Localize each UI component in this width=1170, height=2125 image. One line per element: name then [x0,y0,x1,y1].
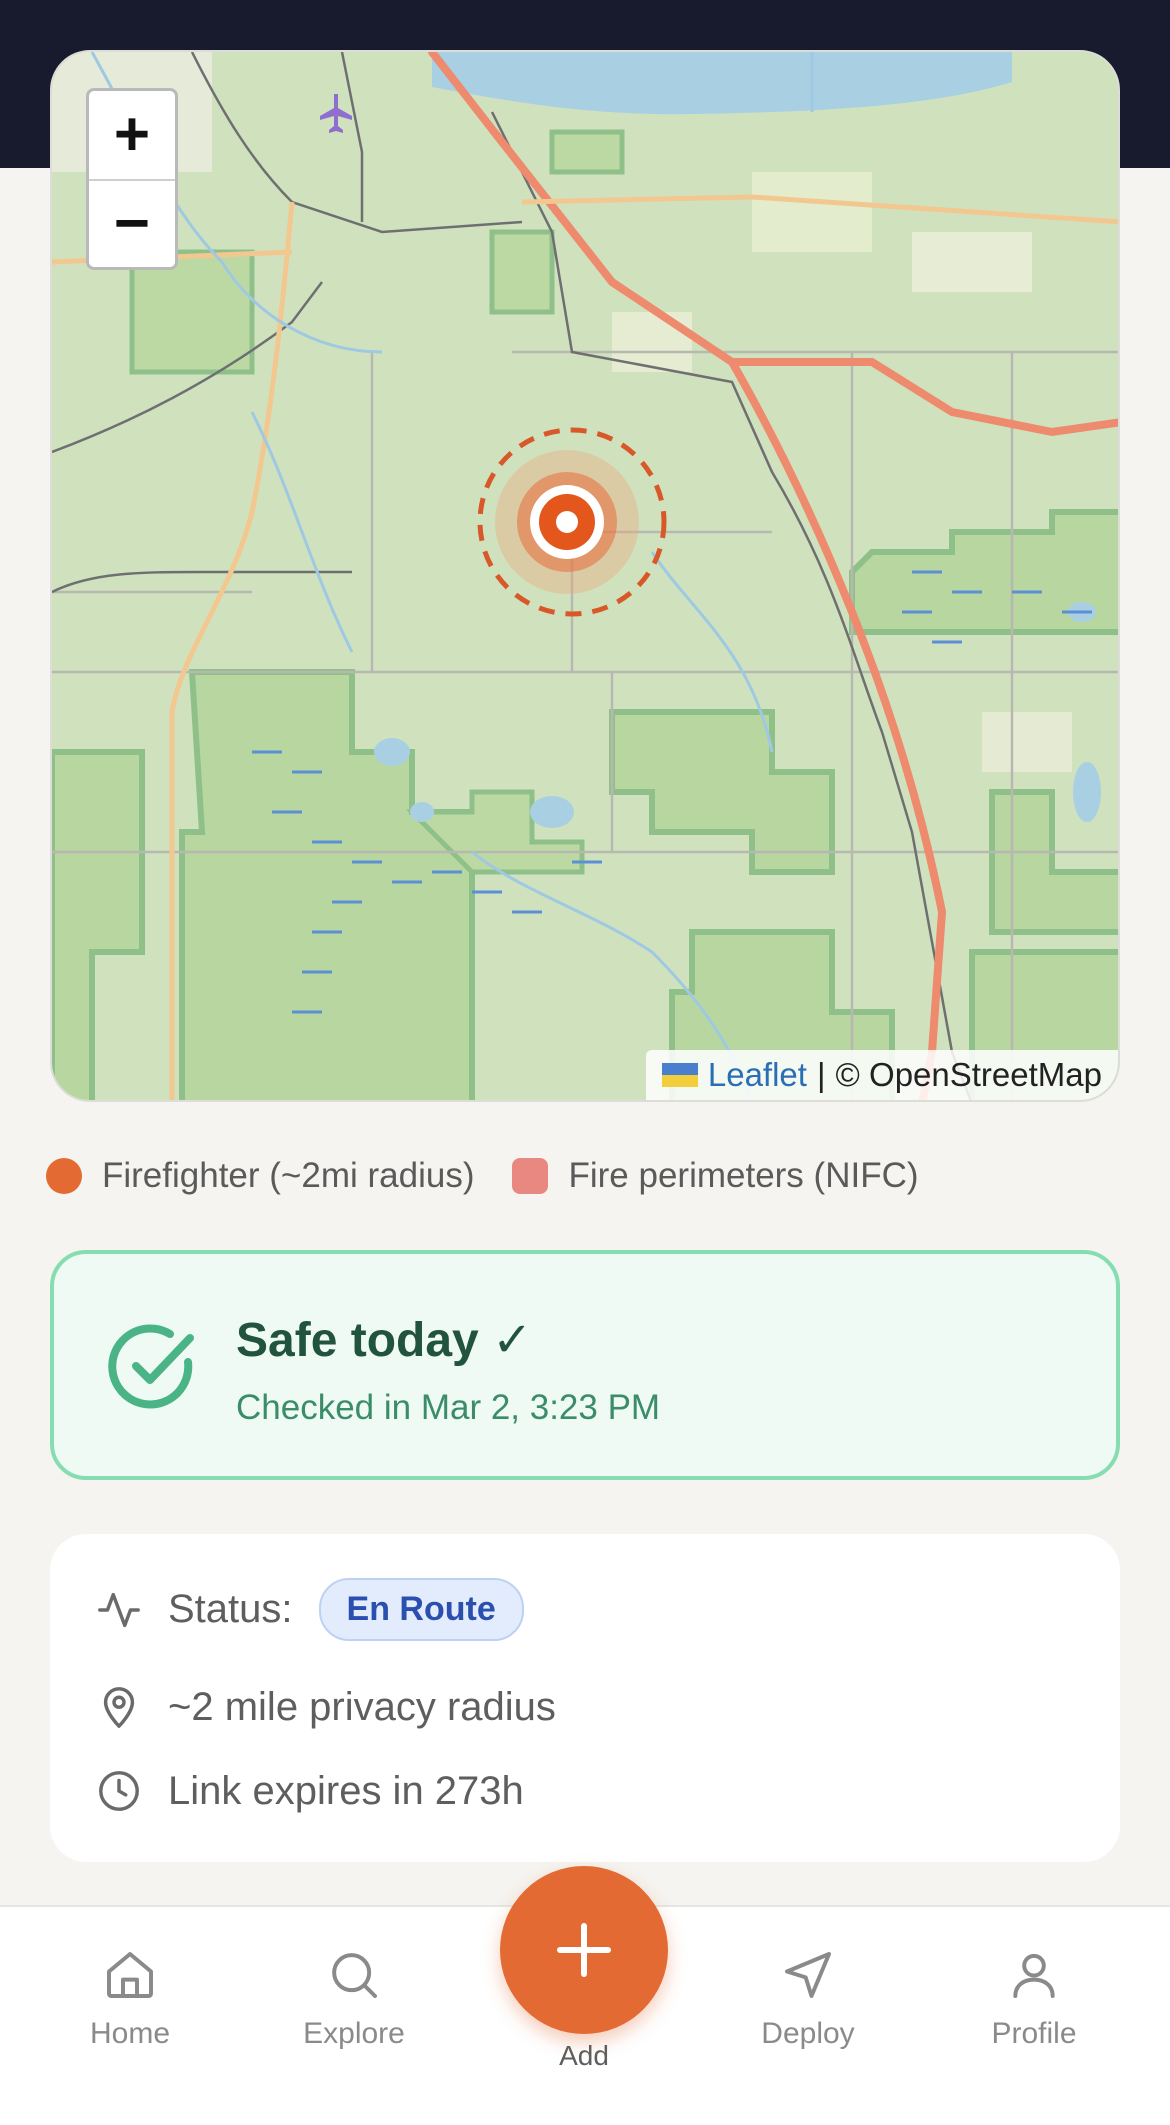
status-row: Status: En Route [96,1578,524,1641]
nav-home[interactable]: Home [50,1947,210,2051]
perimeter-legend-swatch [512,1158,549,1194]
firefighter-legend-swatch [46,1158,82,1194]
safe-title: Safe today ✓ [236,1314,533,1367]
nav-profile-label: Profile [991,2017,1077,2050]
status-label: Status: [168,1587,293,1631]
plus-icon: + [113,100,151,169]
search-icon [332,1953,377,1998]
nav-home-label: Home [89,2017,171,2050]
nav-deploy-label: Deploy [761,2017,855,2050]
add-button-label: Add [559,2040,609,2071]
ukraine-flag-icon [661,1063,698,1087]
link-expiry-text: Link expires in 273h [168,1768,524,1813]
user-icon [1013,1953,1055,1998]
map-legend: Firefighter (~2mi radius) Fire perimeter… [46,1156,919,1196]
navigation-icon [785,1952,831,1998]
map-tiles[interactable] [52,52,1120,1102]
perimeter-legend-label: Fire perimeters (NIFC) [568,1156,919,1195]
zoom-out-button[interactable]: − [89,179,175,267]
home-icon [107,1952,153,1998]
deployment-info-card: Status: En Route ~2 mile privacy radius … [50,1534,1120,1862]
firefighter-legend-label: Firefighter (~2mi radius) [102,1156,475,1195]
status-badge: En Route [318,1578,524,1641]
zoom-in-button[interactable]: + [89,91,175,179]
zoom-control: + − [86,88,178,270]
nav-explore-label: Explore [303,2017,405,2050]
clock-icon [99,1771,139,1811]
activity-icon [98,1592,140,1627]
leaflet-link[interactable]: Leaflet [708,1056,807,1094]
minus-icon: − [113,189,151,258]
add-button[interactable] [500,1866,668,2034]
expiry-row: Link expires in 273h [96,1768,524,1814]
map-pin-icon [103,1687,135,1728]
nav-deploy[interactable]: Deploy [728,1947,888,2051]
osm-attribution[interactable]: © OpenStreetMap [836,1056,1102,1094]
safe-status-card: Safe today ✓ Checked in Mar 2, 3:23 PM [50,1250,1120,1480]
check-circle-icon [108,1324,194,1409]
radius-row: ~2 mile privacy radius [96,1684,556,1730]
privacy-radius-text: ~2 mile privacy radius [168,1684,556,1729]
map-view[interactable]: + − Leaflet | © OpenStreetMap [50,50,1120,1102]
map-attribution: Leaflet | © OpenStreetMap [645,1050,1118,1100]
nav-explore[interactable]: Explore [274,1947,434,2051]
attribution-separator: | [816,1056,826,1093]
checkin-timestamp: Checked in Mar 2, 3:23 PM [236,1388,661,1427]
nav-profile[interactable]: Profile [954,1947,1114,2051]
add-icon [557,1923,611,1977]
